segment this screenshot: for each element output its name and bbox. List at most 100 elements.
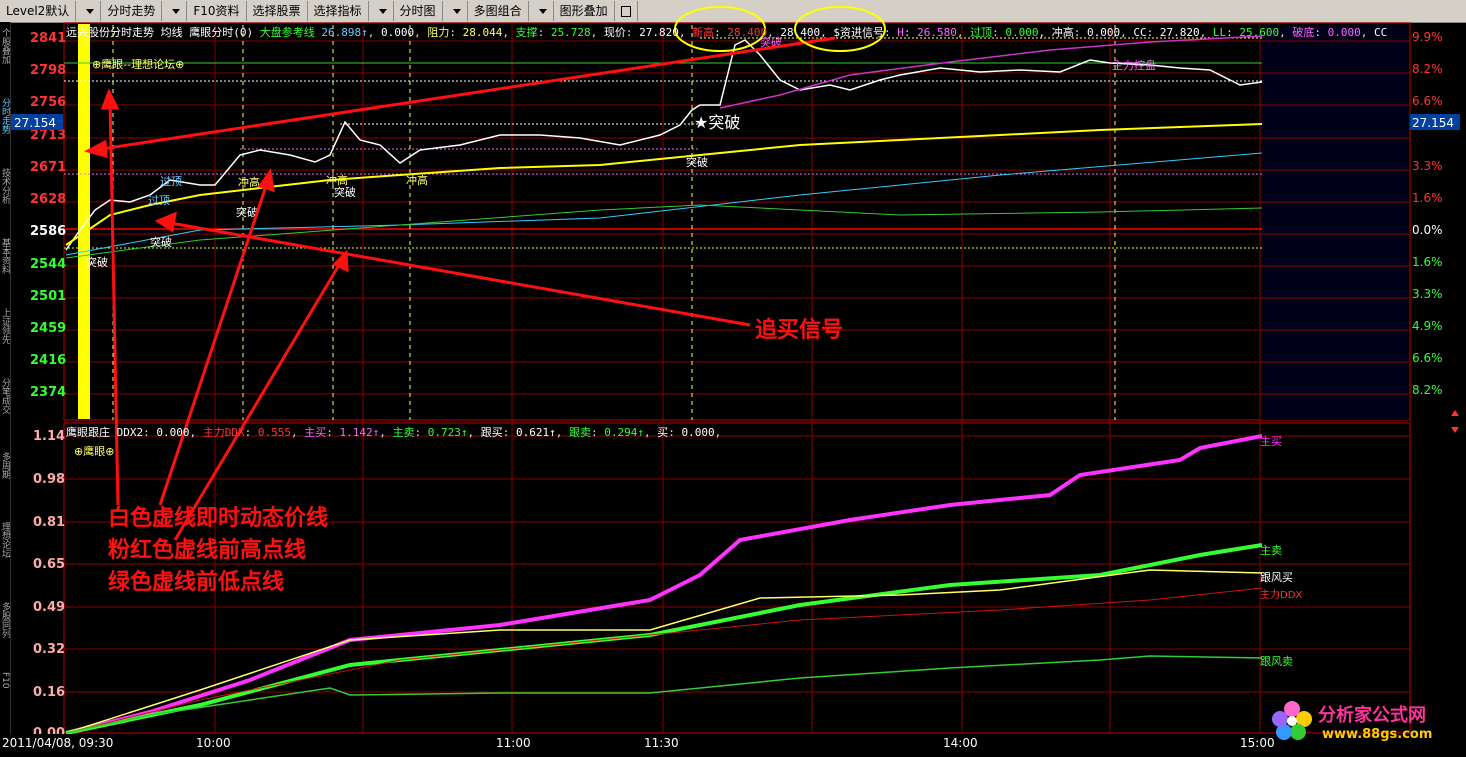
arrowhead-icon [257,168,275,193]
time-date: 2011/04/08, 09:30 [2,736,113,750]
logo-petal [1272,711,1288,727]
genmai-label: 跟买 [480,426,503,439]
arrowhead-icon [100,88,120,110]
pct-tick: 4.9% [1412,319,1443,333]
stock-title: 远兴股份分时走势 [66,26,154,39]
volume-tick: 0.32 [33,642,65,657]
cc-label: CC [1133,26,1147,39]
logo-url: www.88gs.com [1322,727,1433,742]
support-label: 支撑 [515,26,538,39]
scroll-up-icon[interactable] [1451,410,1459,416]
yellow-marker-bar [78,24,90,419]
volume-tick: 0.65 [33,557,65,572]
time-tick: 10:00 [196,736,231,750]
price-tick: 2459 [30,321,66,336]
current-price-left: 27.154 [14,116,56,130]
volume-badge: ⊕鹰眼⊕ [74,444,114,458]
arrowhead-icon [83,139,108,159]
marker-label: 突破 [686,155,708,169]
vertical-dashes [112,25,1116,420]
ref-label: 大盘参考线 [259,26,315,39]
price-tick: 2416 [30,353,66,368]
legend-zhumai: 主买 [1260,435,1282,448]
price-value: 27.820 [639,26,679,39]
volume-tick: 1.14 [33,429,65,444]
annotation-line1: 白色虚线即时动态价线 [108,505,328,531]
time-tick: 14:00 [943,736,978,750]
price-panel-frame [63,22,1411,421]
right-pct-axis: 9.9% 8.2% 6.6% 3.3% 1.6% 0.0% 1.6% 3.3% … [1412,30,1443,397]
annotation-line3: 绿色虚线前低点线 [108,569,284,595]
marker-label: 冲高 [406,173,428,187]
mai-label: 买 [657,426,669,439]
annotation-line2: 粉红色虚线前高点线 [108,537,306,563]
current-price-right: 27.154 [1412,116,1454,130]
zl-ddx-label: 主力DDX [202,426,245,439]
volume-tick: 0.81 [33,515,65,530]
price-tick: 2841 [30,31,66,46]
zhumai-value: 1.142↑ [339,426,380,439]
annotation-signal: 追买信号 [755,317,843,343]
legend-ddx: 主力DDX [1260,588,1302,601]
right-hatch-area [1262,25,1408,420]
resist-value: 28.044 [462,26,503,39]
high-value: 28.400 [727,26,768,39]
high-value-2: 28.400 [780,26,821,39]
price-tick: 2374 [30,385,66,400]
genmai2-label: 跟卖 [569,426,591,439]
price-tick: 2586 [30,224,66,239]
pct-tick: 6.6% [1412,94,1443,108]
legend-genmai2: 跟风卖 [1260,655,1293,668]
pct-tick: 1.6% [1412,191,1443,205]
pct-tick: 8.2% [1412,62,1443,76]
marker-label: 突破 [150,235,172,249]
indicator-label: 鹰眼分时(0) [189,26,254,39]
price-tick: 2544 [30,257,66,272]
volume-tick: 0.49 [33,600,65,615]
left-price-axis: 2841 2798 2756 2713 2671 2628 2586 2544 … [30,31,66,400]
watermark-text: ⊕鹰眼--理想论坛⊕ [92,57,184,71]
resist-label: 阻力 [427,26,450,39]
pct-tick: 6.6% [1412,351,1443,365]
cc-value: 27.820 [1159,26,1200,39]
arrow-line-3 [173,259,344,541]
arrowhead-icon [154,211,177,233]
podi-value: 0.000 [1327,26,1361,39]
pct-tick: 9.9% [1412,30,1443,44]
arrow-signal-2 [164,220,751,327]
price-tick: 2798 [30,63,66,78]
scroll-down-icon[interactable] [1451,427,1459,433]
zhumai2-label: 主卖 [392,426,415,439]
marker-label: 冲高 [238,175,260,189]
value-2: 0.000 [380,26,415,39]
price-tick: 2501 [30,289,66,304]
lower-title: 鹰眼跟庄 [66,426,110,439]
price-tick: 2756 [30,95,66,110]
signal-label: $资进信号 [833,26,884,39]
breakout-label: ★突破 [694,113,740,132]
chonggao-value: 0.000 [1086,26,1121,39]
podi-label: 破底 [1292,26,1315,39]
marker-label: 突破 [334,185,356,199]
marker-label: 过顶 [148,194,170,207]
pct-tick: 3.3% [1412,287,1443,301]
h-label: H [897,26,904,39]
genmai2-value: 0.294↑ [604,426,644,439]
zhumai2-value: 0.723↑ [427,426,468,439]
volume-header: 鹰眼跟庄 DDX2: 0.000, 主力DDX: 0.555, 主买: 1.14… [66,426,722,439]
logo-name: 分析家公式网 [1318,705,1426,726]
ll-label: LL [1212,26,1227,39]
logo-center [1287,716,1297,726]
tail-label: CC [1373,26,1388,39]
price-tick: 2671 [30,160,66,175]
cyan-line [65,152,1263,256]
price-tick: 2713 [30,128,66,143]
pct-tick: 3.3% [1412,159,1443,173]
price-label: 现价 [603,26,626,39]
guoding-label: 过顶 [970,26,993,39]
logo-petal [1290,724,1306,740]
time-tick: 11:30 [644,736,679,750]
site-logo: 分析家公式网 www.88gs.com [1266,693,1466,753]
h-value: 26.580 [917,26,957,39]
arrow-to-signal [94,36,836,152]
